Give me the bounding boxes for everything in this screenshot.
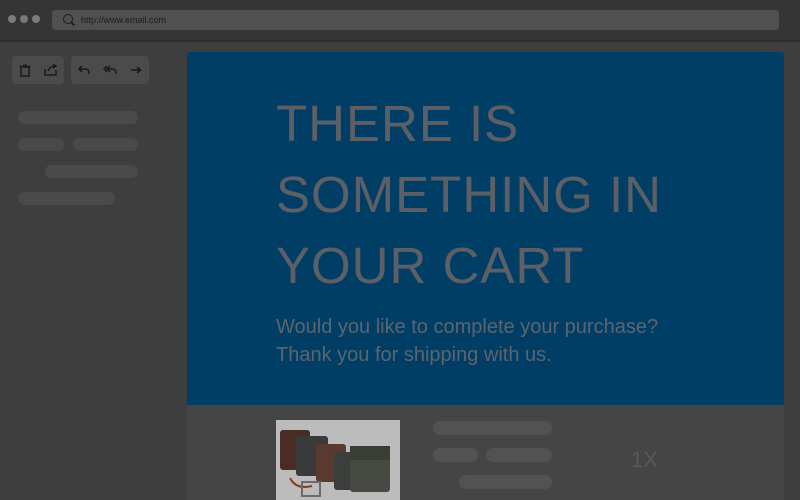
- browser-titlebar: http://www.email.com: [0, 0, 800, 40]
- chrome-divider: [0, 40, 800, 42]
- sidebar-placeholder-line: [18, 192, 115, 205]
- reply-all-button[interactable]: [97, 56, 123, 84]
- toolbar-group-actions: [12, 56, 64, 84]
- product-quantity: 1X: [631, 447, 658, 472]
- email-subtext-line-1: Would you like to complete your purchase…: [276, 316, 659, 338]
- trash-icon: [19, 64, 31, 77]
- email-headline: THERE IS SOMETHING IN YOUR CART: [276, 95, 663, 294]
- search-icon: [63, 14, 73, 24]
- sidebar-placeholder-line: [18, 138, 64, 151]
- forward-button[interactable]: [123, 56, 149, 84]
- product-placeholder-line: [433, 448, 478, 462]
- window-close-button[interactable]: [8, 15, 16, 23]
- move-icon: [44, 64, 58, 76]
- address-bar-url: http://www.email.com: [81, 15, 167, 25]
- forward-icon: [131, 66, 142, 74]
- product-placeholder-line: [486, 448, 552, 462]
- move-button[interactable]: [38, 56, 64, 84]
- toolbar-group-reply: [71, 56, 149, 84]
- messenger-bags-image: [276, 420, 400, 500]
- email-subtext: Would you like to complete your purchase…: [276, 313, 756, 369]
- reply-button[interactable]: [71, 56, 97, 84]
- product-placeholder-line: [459, 475, 552, 489]
- reply-all-icon: [103, 65, 117, 75]
- sidebar-placeholder-line: [73, 138, 138, 151]
- product-image[interactable]: [276, 420, 400, 500]
- email-subtext-line-2: Thank you for shipping with us.: [276, 344, 552, 366]
- sidebar-placeholder-line: [18, 111, 138, 124]
- sidebar-placeholder-line: [45, 165, 138, 178]
- window-maximize-button[interactable]: [32, 15, 40, 23]
- address-bar[interactable]: http://www.email.com: [52, 10, 779, 30]
- email-hero-banner: THERE IS SOMETHING IN YOUR CART Would yo…: [187, 52, 784, 405]
- email-body: THERE IS SOMETHING IN YOUR CART Would yo…: [187, 52, 784, 500]
- reply-icon: [78, 65, 90, 75]
- window-minimize-button[interactable]: [20, 15, 28, 23]
- product-placeholder-line: [433, 421, 552, 435]
- delete-button[interactable]: [12, 56, 38, 84]
